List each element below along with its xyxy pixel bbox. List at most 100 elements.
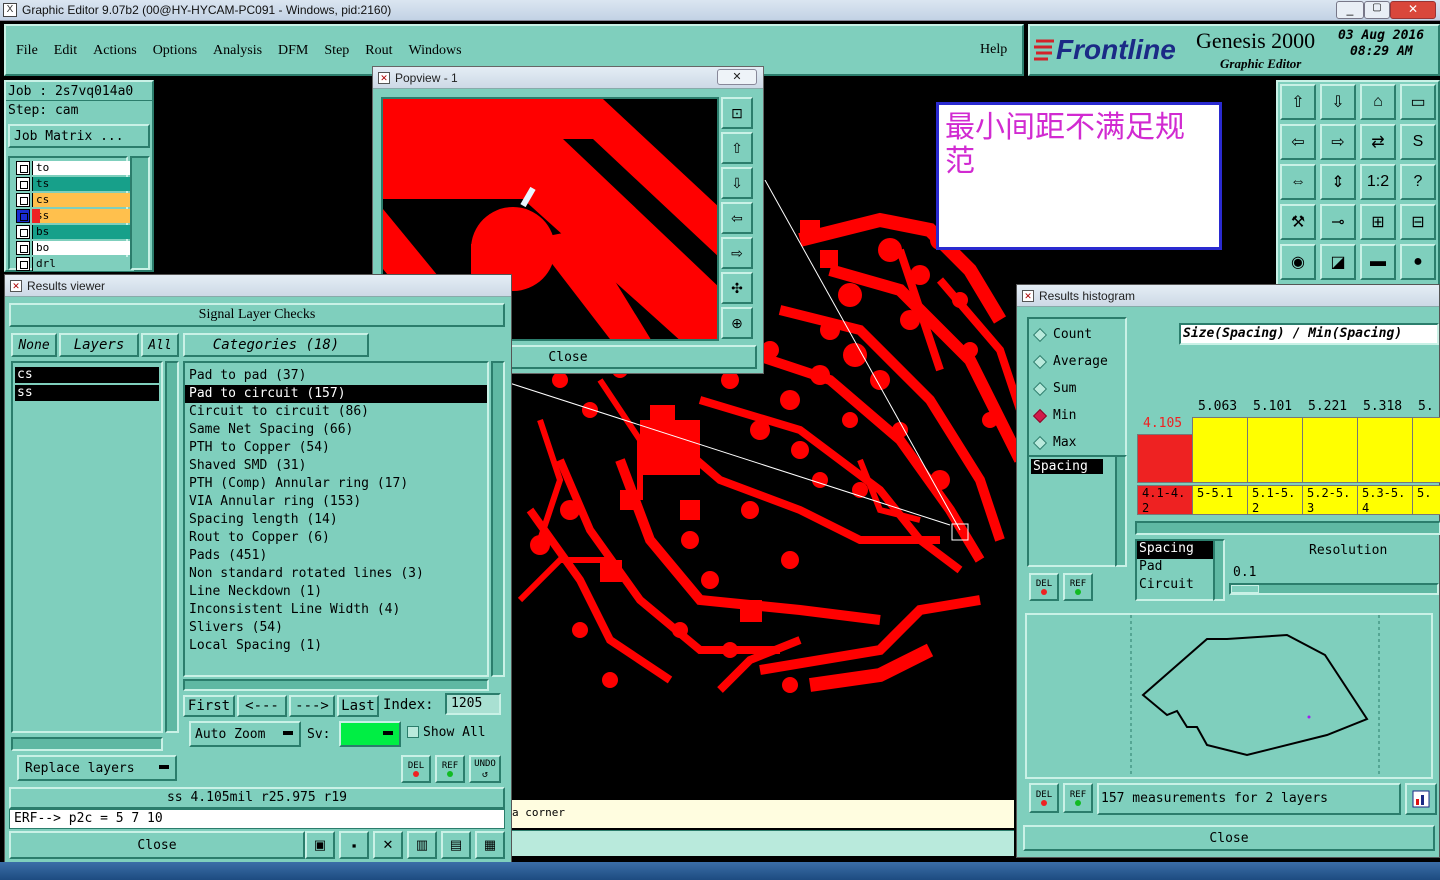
stat-radio[interactable]: Sum (1029, 375, 1125, 402)
fit-window-icon[interactable]: ▭ (1400, 84, 1436, 120)
attribute-item[interactable]: Spacing (1137, 541, 1213, 559)
layer-checkbox[interactable] (16, 160, 30, 175)
zoom-home-icon[interactable]: ⇧ (1280, 84, 1316, 120)
category-item[interactable]: Spacing length (14) (185, 511, 487, 529)
first-button[interactable]: First (183, 695, 235, 717)
result-layer-item[interactable]: cs (15, 367, 159, 383)
restore-button[interactable]: ▢ (1364, 1, 1390, 19)
ref-crossed-icon[interactable]: ✕ (373, 831, 403, 859)
menu-item[interactable]: Actions (93, 43, 137, 59)
layer-checkbox[interactable] (16, 208, 30, 223)
histogram-bar[interactable] (1357, 417, 1413, 483)
job-matrix-button[interactable]: Job Matrix ... (8, 124, 150, 148)
category-item[interactable]: PTH to Copper (54) (185, 439, 487, 457)
menu-item[interactable]: File (16, 43, 38, 59)
menu-item[interactable]: Options (153, 43, 197, 59)
net-icon[interactable]: ⊞ (1360, 204, 1396, 240)
category-scrollbar[interactable] (491, 361, 505, 677)
category-item[interactable]: VIA Annular ring (153) (185, 493, 487, 511)
menu-help[interactable]: Help (980, 42, 1007, 58)
popview-up-icon[interactable]: ⇧ (721, 132, 753, 164)
minimize-button[interactable]: _ (1336, 1, 1364, 19)
fit-vertical-icon[interactable]: ⇕ (1320, 164, 1356, 200)
layer-checkbox[interactable] (16, 256, 30, 271)
stat-radio[interactable]: Max (1029, 429, 1125, 456)
results-tool-4-icon[interactable]: ▥ (407, 831, 437, 859)
zoom-out-icon[interactable]: ⇩ (1320, 84, 1356, 120)
layer-row[interactable]: ss (16, 208, 134, 223)
auto-zoom-dropdown[interactable]: Auto Zoom (189, 721, 301, 747)
category-hscrollbar[interactable] (183, 679, 489, 691)
popview-down-icon[interactable]: ⇩ (721, 167, 753, 199)
popview-fit-icon[interactable]: ✣ (721, 272, 753, 304)
home-icon[interactable]: ⌂ (1360, 84, 1396, 120)
histogram-bar[interactable] (1192, 417, 1248, 483)
layer-checkbox[interactable] (16, 224, 30, 239)
menu-item[interactable]: DFM (278, 43, 308, 59)
layer-checkbox[interactable] (16, 240, 30, 255)
results-tool-2-icon[interactable]: ▪ (339, 831, 369, 859)
layer-list-scrollbar[interactable] (165, 361, 179, 733)
category-item[interactable]: Same Net Spacing (66) (185, 421, 487, 439)
popview-right-icon[interactable]: ⇨ (721, 237, 753, 269)
ruler-icon[interactable]: ▬ (1360, 244, 1396, 280)
popview-left-icon[interactable]: ⇦ (721, 202, 753, 234)
close-window-button[interactable]: ✕ (1390, 1, 1436, 19)
tab-none[interactable]: None (11, 333, 57, 357)
index-input[interactable]: 1205 (445, 693, 501, 715)
result-layer-item[interactable]: ss (15, 385, 159, 401)
show-all-checkbox[interactable] (407, 726, 419, 738)
histogram-bar[interactable] (1137, 434, 1193, 483)
last-button[interactable]: Last (337, 695, 379, 717)
results-close-button[interactable]: Close (9, 831, 305, 859)
attribute-item[interactable]: Circuit (1137, 577, 1213, 595)
histogram-bar[interactable] (1412, 417, 1440, 483)
menu-item[interactable]: Edit (54, 43, 77, 59)
popview-zoom-icon[interactable]: ⊡ (721, 97, 753, 129)
stat-radio[interactable]: Count (1029, 321, 1125, 348)
pan-left-icon[interactable]: ⇦ (1280, 124, 1316, 160)
histogram-hscrollbar[interactable] (1135, 521, 1440, 535)
dot-icon[interactable]: ● (1400, 244, 1436, 280)
layer-row[interactable]: to (16, 160, 134, 175)
attribute-item[interactable]: Pad (1137, 559, 1213, 577)
attribute-list-scrollbar[interactable] (1213, 539, 1225, 601)
layer-row[interactable]: bs (16, 224, 134, 239)
del-button[interactable]: DEL (401, 755, 431, 783)
fit-horizontal-icon[interactable]: ⇔ (1280, 164, 1316, 200)
histogram-close-button[interactable]: Close (1023, 825, 1435, 851)
histogram-bar[interactable] (1302, 417, 1358, 483)
category-item[interactable]: Shaved SMD (31) (185, 457, 487, 475)
category-item[interactable]: Line Neckdown (1) (185, 583, 487, 601)
hist-del-button[interactable]: DEL (1029, 573, 1059, 601)
stat-radio[interactable]: Min (1029, 402, 1125, 429)
resolution-slider[interactable] (1229, 583, 1439, 595)
category-item[interactable]: Pad to pad (37) (185, 367, 487, 385)
pad-icon[interactable]: ◉ (1280, 244, 1316, 280)
tab-layers[interactable]: Layers (59, 333, 139, 357)
layer-row[interactable]: ts (16, 176, 134, 191)
histogram-bar[interactable] (1247, 417, 1303, 483)
menu-item[interactable]: Rout (365, 43, 392, 59)
hist-del-button-2[interactable]: DEL (1029, 783, 1059, 813)
mirror-icon[interactable]: ⇄ (1360, 124, 1396, 160)
tab-categories[interactable]: Categories (18) (183, 333, 369, 357)
replace-layers-dropdown[interactable]: Replace layers (17, 755, 177, 781)
menu-item[interactable]: Analysis (213, 43, 262, 59)
layer-row[interactable]: drl (16, 256, 134, 271)
pan-right-icon[interactable]: ⇨ (1320, 124, 1356, 160)
tab-all[interactable]: All (141, 333, 179, 357)
stat-radio[interactable]: Average (1029, 348, 1125, 375)
layer-list-hscrollbar[interactable] (11, 737, 163, 751)
category-item[interactable]: Non standard rotated lines (3) (185, 565, 487, 583)
attr-list-scrollbar[interactable] (1115, 455, 1127, 567)
next-button[interactable]: ---> (289, 695, 335, 717)
category-item[interactable]: Circuit to circuit (86) (185, 403, 487, 421)
popview-center-icon[interactable]: ⊕ (721, 307, 753, 339)
category-item[interactable]: Inconsistent Line Width (4) (185, 601, 487, 619)
ref-button[interactable]: REF (435, 755, 465, 783)
results-tool-1-icon[interactable]: ▣ (305, 831, 335, 859)
color-icon[interactable]: ◪ (1320, 244, 1356, 280)
layer-checkbox[interactable] (16, 176, 30, 191)
popview-close-icon[interactable]: ✕ (717, 69, 757, 85)
